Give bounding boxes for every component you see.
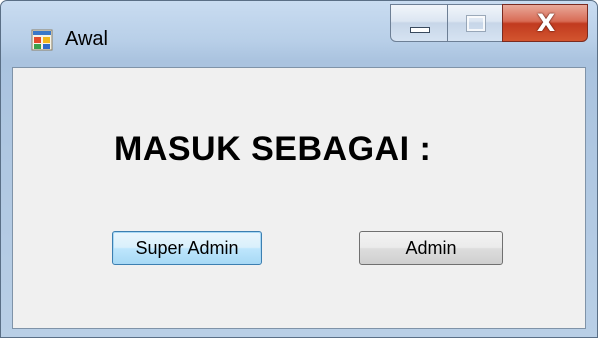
minimize-button[interactable] <box>390 4 448 42</box>
admin-button[interactable]: Admin <box>359 231 503 265</box>
maximize-button[interactable] <box>447 4 503 42</box>
page-title: MASUK SEBAGAI : <box>114 130 432 168</box>
close-icon: X <box>536 9 556 37</box>
title-bar[interactable]: Awal X <box>1 1 597 67</box>
maximize-icon <box>466 15 486 32</box>
app-window-icon[interactable] <box>31 29 53 51</box>
window-title: Awal <box>65 28 108 50</box>
close-button[interactable]: X <box>502 4 588 42</box>
super-admin-button[interactable]: Super Admin <box>112 231 262 265</box>
minimize-icon <box>410 27 430 33</box>
app-window: Awal X MASUK SEBAGAI : Super Admin Admin <box>0 0 598 338</box>
form-client-area: MASUK SEBAGAI : Super Admin Admin <box>12 67 586 329</box>
caption-buttons: X <box>390 4 590 44</box>
